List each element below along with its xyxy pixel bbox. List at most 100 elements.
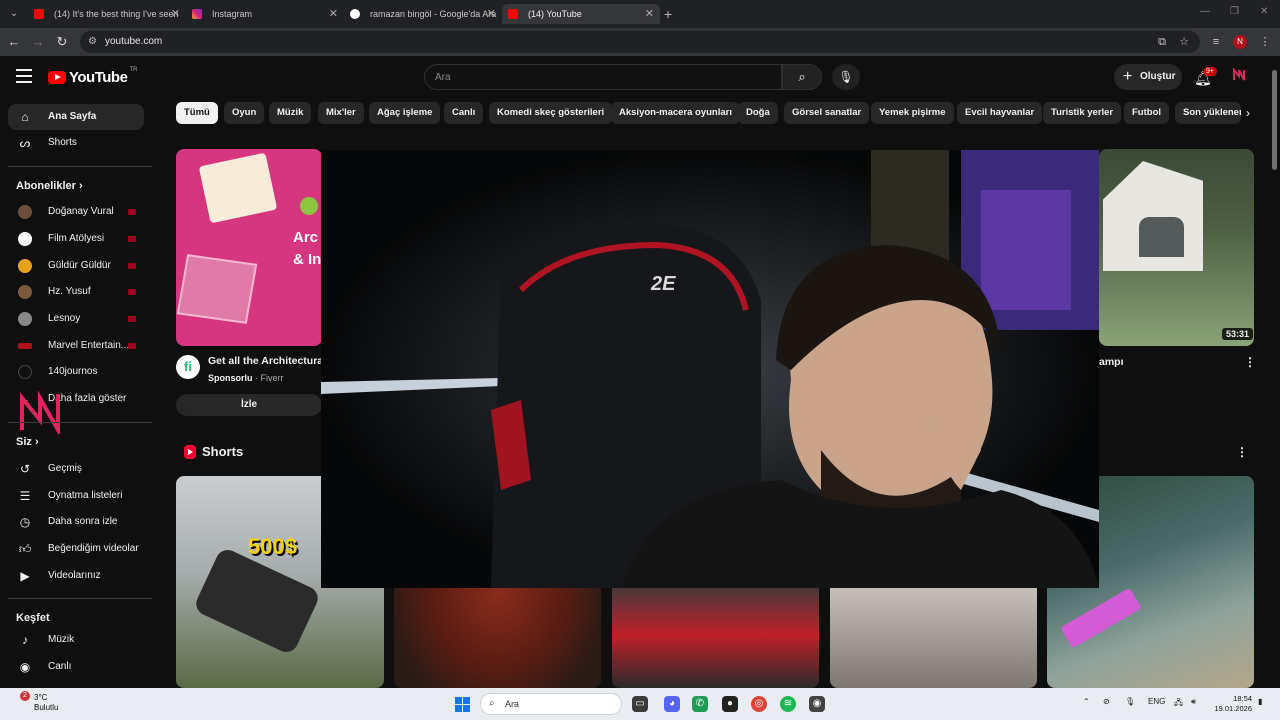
subscriptions-heading[interactable]: Abonelikler › — [16, 180, 83, 192]
obs-icon[interactable]: ◉ — [809, 696, 825, 712]
voice-search-button[interactable]: 🎙︎ — [832, 64, 860, 90]
discord-icon[interactable]: ◕ — [664, 696, 680, 712]
weather-widget[interactable]: 2 3°C Bulutlu — [12, 691, 58, 713]
network-icon[interactable]: 🖧︎ — [1174, 697, 1183, 711]
media-controls-icon[interactable]: ≡ — [1209, 35, 1223, 49]
ad-illustration — [300, 197, 318, 215]
language-indicator[interactable]: ENG — [1148, 697, 1165, 706]
tray-mic-icon[interactable]: 🎙︎ — [1125, 697, 1135, 706]
subscription-item[interactable]: 140journos — [8, 359, 144, 385]
subscription-item[interactable]: Güldür Güldür — [8, 253, 144, 279]
chrome-icon[interactable]: ◎ — [751, 696, 767, 712]
maximize-icon[interactable]: ❐ — [1230, 6, 1239, 17]
browser-menu-icon[interactable]: ⋮ — [1258, 35, 1272, 49]
task-view-icon[interactable]: ▭ — [632, 696, 648, 712]
subscription-item[interactable]: Film Atölyesi — [8, 226, 144, 252]
minimize-icon[interactable]: — — [1200, 6, 1210, 17]
subscription-item[interactable]: Marvel Entertain... — [8, 333, 144, 359]
you-heading[interactable]: Siz › — [16, 436, 39, 448]
chip[interactable]: Yemek pişirme — [871, 102, 954, 124]
windows-start-icon[interactable] — [455, 697, 470, 712]
ad-watch-button[interactable]: İzle — [176, 394, 322, 416]
search-button[interactable]: ⌕ — [782, 64, 822, 90]
spotify-icon[interactable]: ≋ — [780, 696, 796, 712]
chip[interactable]: Turistik yerler — [1043, 102, 1122, 124]
whatsapp-icon[interactable]: ✆ — [692, 696, 708, 712]
create-button[interactable]: + Oluştur — [1114, 64, 1182, 90]
forward-icon[interactable]: → — [30, 34, 46, 50]
advertiser-logo[interactable]: fi — [176, 355, 200, 379]
chevron-right-icon[interactable]: › — [1246, 106, 1250, 120]
ad-title[interactable]: Get all the Architectural — [208, 355, 322, 367]
chip[interactable]: Aksiyon-macera oyunları — [611, 102, 740, 124]
sidebar-item-shorts[interactable]: ᔕ Shorts — [8, 130, 144, 156]
chip[interactable]: Evcil hayvanlar — [957, 102, 1043, 124]
tab-label: ramazan bingöl - Google'da Ara — [370, 9, 497, 19]
tab-search-button[interactable]: ⌄ — [6, 6, 22, 22]
chip[interactable]: Canlı — [444, 102, 484, 124]
sidebar-item-label: 140journos — [48, 366, 98, 377]
chip[interactable]: Görsel sanatlar — [784, 102, 870, 124]
more-options-icon[interactable]: ⋮ — [1244, 355, 1256, 369]
tab-label: (14) It's the best thing I've seen — [54, 9, 179, 19]
chip[interactable]: Son yüklenenler — [1175, 102, 1241, 124]
close-tab-icon[interactable]: ✕ — [171, 4, 180, 24]
sidebar-item-live[interactable]: ◉ Canlı — [8, 654, 144, 680]
install-app-icon[interactable]: ⧉ — [1155, 35, 1169, 49]
sidebar-item-label: Beğendiğim videolar — [48, 543, 139, 554]
sidebar-item-liked[interactable]: 👍︎ Beğendiğim videolar — [8, 536, 144, 562]
taskbar-search[interactable]: ⌕ Ara — [480, 693, 622, 715]
browser-tab-1[interactable]: (14) It's the best thing I've seen ✕ — [28, 4, 186, 24]
chip[interactable]: Mix'ler — [318, 102, 364, 124]
video-thumbnail[interactable] — [1099, 149, 1254, 346]
reload-icon[interactable]: ↻ — [54, 34, 70, 50]
browser-tab-2[interactable]: Instagram ✕ — [186, 4, 344, 24]
chip[interactable]: Doğa — [738, 102, 778, 124]
sidebar-item-music[interactable]: ♪ Müzik — [8, 627, 144, 653]
search-input[interactable] — [425, 65, 781, 89]
chip[interactable]: Oyun — [224, 102, 265, 124]
chip[interactable]: Ağaç işleme — [369, 102, 441, 124]
bookmark-star-icon[interactable]: ☆ — [1177, 35, 1191, 49]
youtube-logo[interactable]: YouTube TR — [48, 67, 137, 86]
chip[interactable]: Müzik — [269, 102, 312, 124]
video-title[interactable]: ampı — [1099, 356, 1124, 368]
search-box[interactable] — [424, 64, 782, 90]
tray-overflow-icon[interactable]: ⌃ — [1083, 697, 1090, 706]
hamburger-menu-icon[interactable] — [16, 69, 32, 83]
new-tab-button[interactable]: + — [664, 4, 672, 24]
chip[interactable]: Futbol — [1124, 102, 1170, 124]
back-icon[interactable]: ← — [6, 34, 22, 50]
advertiser-name: Fiverr — [260, 373, 284, 383]
app-icon[interactable]: ● — [722, 696, 738, 712]
sidebar-item-watch-later[interactable]: ◷ Daha sonra izle — [8, 509, 144, 535]
chip-all[interactable]: Tümü — [176, 102, 218, 124]
subscription-item[interactable]: Lesnoy — [8, 306, 144, 332]
site-info-icon[interactable]: ⚙ — [88, 36, 100, 48]
account-avatar-icon[interactable] — [1232, 68, 1246, 82]
sidebar-item-your-videos[interactable]: ▶ Videolarınız — [8, 563, 144, 589]
subscription-item[interactable]: Doğanay Vural — [8, 199, 144, 225]
chip[interactable]: Komedi skeç gösterileri — [489, 102, 613, 124]
channel-avatar — [18, 343, 32, 349]
profile-avatar-icon[interactable]: N — [1233, 35, 1247, 49]
notification-center-icon[interactable]: ▮ — [1258, 697, 1262, 706]
ad-thumbnail[interactable]: Arc & Inte — [176, 149, 322, 346]
sidebar-item-home[interactable]: ⌂ Ana Sayfa — [8, 104, 144, 130]
tray-app-icon[interactable]: ⊘ — [1103, 697, 1110, 706]
volume-icon[interactable]: 🔊︎ — [1191, 697, 1196, 707]
more-options-icon[interactable]: ⋮ — [1236, 445, 1248, 459]
close-tab-icon[interactable]: ✕ — [645, 4, 654, 24]
page-scrollbar[interactable] — [1272, 70, 1277, 170]
clock[interactable]: 18:54 19.01.2026 — [1212, 694, 1252, 714]
address-bar[interactable]: ⚙ youtube.com — [80, 31, 1200, 53]
sidebar-item-playlists[interactable]: ☰ Oynatma listeleri — [8, 483, 144, 509]
close-window-icon[interactable]: ✕ — [1260, 6, 1268, 17]
sidebar-item-history[interactable]: ↺ Geçmiş — [8, 456, 144, 482]
close-tab-icon[interactable]: ✕ — [329, 4, 338, 24]
browser-tab-3[interactable]: ramazan bingöl - Google'da Ara ✕ — [344, 4, 502, 24]
webcam-overlay: 2E — [321, 150, 1099, 588]
browser-tab-4[interactable]: (14) YouTube ✕ — [502, 4, 660, 24]
close-tab-icon[interactable]: ✕ — [487, 4, 496, 24]
subscription-item[interactable]: Hz. Yusuf — [8, 279, 144, 305]
